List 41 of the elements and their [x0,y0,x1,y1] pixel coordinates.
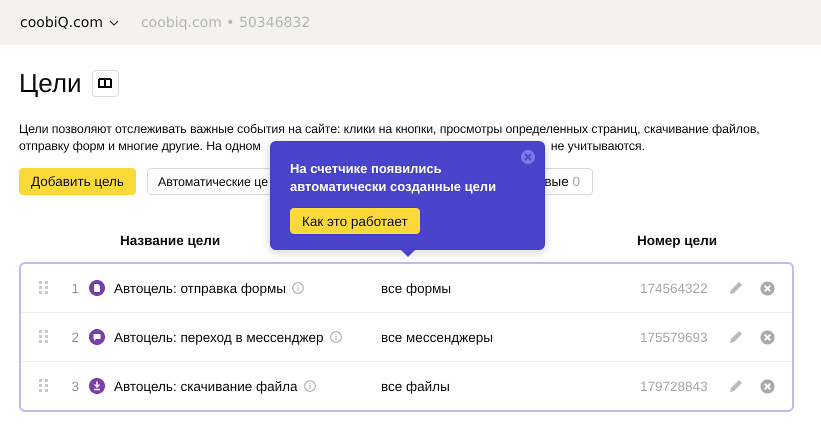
chat-icon [89,329,105,345]
column-header: Номер цели [637,233,717,248]
pencil-icon[interactable] [728,378,744,394]
drag-handle-icon[interactable] [39,281,49,295]
drag-handle-icon[interactable] [39,330,49,344]
row-number: 1 [70,280,79,296]
goal-id: 179728843 [640,378,708,394]
goal-name: Автоцель: скачивание файла [114,378,298,394]
info-icon[interactable] [304,380,316,392]
description-text: отправку форм и многие другие. На одном [19,138,261,155]
close-icon[interactable] [520,149,536,165]
goal-condition: все мессенджеры [381,330,493,344]
delete-icon[interactable] [760,330,775,344]
description-text: Цели позволяют отслеживать важные события на сайте: клики на кнопки, просмотры определенных страниц, скачивание файлов, [19,121,760,138]
info-icon[interactable] [292,282,304,294]
row-number: 2 [70,330,79,344]
row-number: 3 [70,378,79,394]
drag-handle-icon[interactable] [39,379,49,393]
delete-icon[interactable] [760,378,775,394]
add-goal-button[interactable]: Добавить цель [19,168,136,195]
site-selector[interactable]: coobiQ.com [20,14,119,30]
column-header: Название цели [120,233,220,248]
goal-condition: все файлы [381,378,450,394]
counter-label: coobiq.com • 50346832 [140,14,310,30]
goal-condition: все формы [381,280,452,296]
download-icon [89,378,105,394]
goal-name: Автоцель: переход в мессенджер [114,330,324,344]
delete-icon[interactable] [760,280,775,296]
pencil-icon[interactable] [728,329,744,345]
how-it-works-button[interactable]: Как это работает [290,208,420,234]
help-button[interactable] [92,70,119,96]
pencil-icon[interactable] [728,280,744,296]
chevron-icon [108,20,119,26]
book-icon [98,77,112,89]
page-title: Цели [19,68,82,98]
goal-id: 174564322 [640,280,708,296]
info-icon[interactable] [330,331,342,343]
goal-id: 175579693 [640,330,708,344]
goal-name: Автоцель: отправка формы [114,280,286,296]
document-icon [89,280,105,296]
description-text: не учитываются. [550,138,645,155]
